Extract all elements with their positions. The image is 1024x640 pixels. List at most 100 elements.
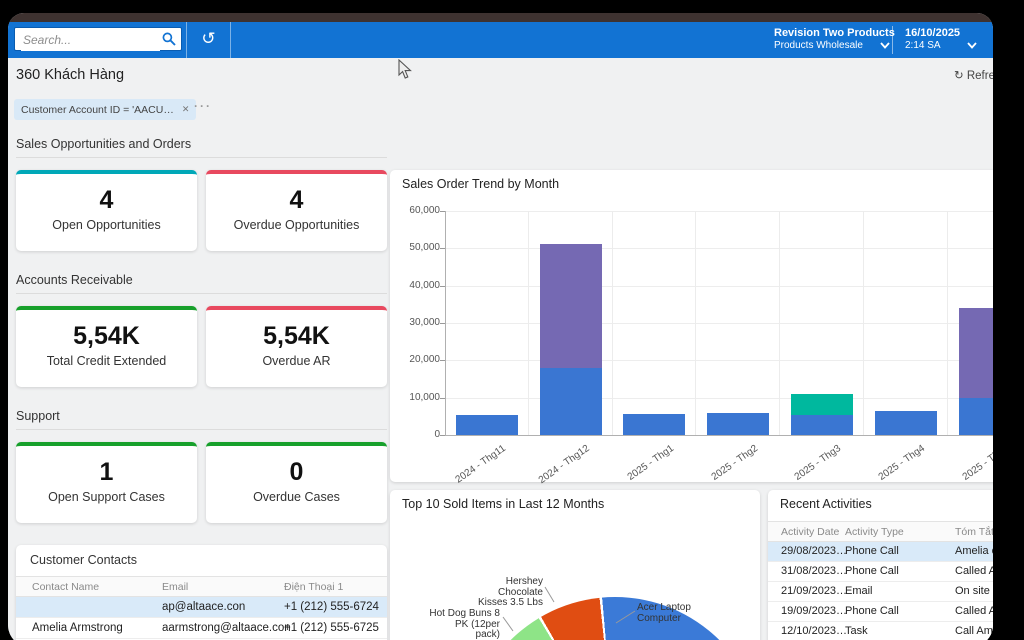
top-sold-items-card: Top 10 Sold Items in Last 12 Months Wise… (390, 490, 760, 640)
x-axis-tick-label: 2024 - Thg12 (537, 443, 592, 486)
kpi-value: 4 (16, 186, 197, 215)
top-toolbar: ↺ Revision Two Products Products Wholesa… (8, 22, 993, 58)
kpi-card[interactable]: 4Overdue Opportunities (206, 170, 387, 251)
bar-slot: 2025 - Thg3 (780, 211, 864, 435)
column-header: Điện Thoại 1 (284, 581, 343, 593)
activity-summary: Called Am (955, 605, 993, 617)
search-icon[interactable] (162, 32, 176, 51)
bar-segment-blue[interactable] (875, 411, 937, 435)
kpi-label: Total Credit Extended (16, 354, 197, 368)
close-icon[interactable]: ✕ (182, 104, 190, 115)
bar-slot: 2025 - Thg1 (613, 211, 697, 435)
activity-summary: Amelia ca (955, 545, 993, 557)
bar-segment-blue[interactable] (707, 413, 769, 435)
contact-email: aarmstrong@altaace.con (162, 622, 291, 634)
bar-segment-purple[interactable] (959, 308, 993, 398)
customer-contacts-card: Customer ContactsContact NameEmailĐiện T… (16, 545, 387, 640)
activity-date: 31/08/2023… (781, 565, 847, 577)
bar-segment-blue[interactable] (540, 368, 602, 435)
company-branch: Products Wholesale (774, 40, 863, 51)
mouse-cursor (398, 59, 414, 81)
chevron-down-icon (967, 36, 977, 54)
contact-email: ap@altaace.con (162, 601, 245, 613)
chevron-down-icon (880, 36, 890, 54)
section-title: Accounts Receivable (16, 273, 387, 289)
browser-chrome-strip (8, 13, 993, 22)
table-row[interactable]: 21/09/2023…EmailOn site me (768, 582, 993, 602)
y-axis-tick-label: 0 (392, 429, 440, 440)
y-axis-tick-label: 20,000 (392, 354, 440, 365)
company-name: Revision Two Products (774, 27, 895, 39)
refresh-icon: ↻ (954, 70, 964, 82)
kpi-label: Overdue AR (206, 354, 387, 368)
bar-segment-teal[interactable] (791, 394, 853, 415)
bar-segment-blue[interactable] (623, 414, 685, 435)
kpi-column: Sales Opportunities and Orders4Open Oppo… (16, 137, 387, 640)
recent-activities-card: Recent Activities Activity DateActivity … (768, 490, 993, 640)
sales-order-trend-card: Sales Order Trend by Month 60,00050,0004… (390, 170, 993, 482)
toolbar-refresh-icon[interactable]: ↺ (186, 22, 231, 58)
app-window: ↺ Revision Two Products Products Wholesa… (8, 13, 993, 640)
kpi-card[interactable]: 5,54K Overdue AR (206, 306, 387, 387)
datetime-selector[interactable]: 16/10/2025 2:14 SA (905, 22, 985, 58)
search-input[interactable] (21, 29, 160, 51)
bar-slot: 2025 - Thg5 (948, 211, 993, 435)
kpi-label: Overdue Cases (206, 490, 387, 504)
filter-chip-label: Customer Account ID = 'AACU… (21, 104, 174, 116)
search-box[interactable] (14, 27, 182, 51)
filter-chip[interactable]: Customer Account ID = 'AACU… ✕ (14, 99, 196, 120)
table-row[interactable]: 31/08/2023…Phone Call Called Am (768, 562, 993, 582)
bar-slot: 2024 - Thg12 (529, 211, 613, 435)
more-options-button[interactable]: ··· (194, 99, 212, 113)
bar-segment-blue[interactable] (456, 415, 518, 435)
bar-segment-blue[interactable] (791, 415, 853, 435)
table-row[interactable]: 19/09/2023…Phone CallCalled Am (768, 602, 993, 622)
table-row[interactable]: 29/08/2023…Phone Call Amelia ca (768, 542, 993, 562)
section-divider (16, 293, 387, 294)
bar-segment-purple[interactable] (540, 244, 602, 368)
y-axis-tick-label: 30,000 (392, 317, 440, 328)
table-row[interactable]: ap@altaace.con +1 (212) 555-6724 (16, 597, 387, 618)
kpi-label: Overdue Opportunities (206, 218, 387, 232)
contact-phone: +1 (212) 555-6724 (284, 601, 379, 613)
company-selector[interactable]: Revision Two Products Products Wholesale (774, 22, 892, 58)
screen: ↺ Revision Two Products Products Wholesa… (0, 0, 1024, 640)
kpi-card[interactable]: 4 Open Opportunities (16, 170, 197, 251)
current-date: 16/10/2025 (905, 27, 960, 39)
kpi-card[interactable]: 0Overdue Cases (206, 442, 387, 523)
pie-slice-label: Hot Dog Buns 8PK (12perpack) (408, 609, 500, 640)
activity-summary: On site me (955, 585, 993, 597)
kpi-label: Open Opportunities (16, 218, 197, 232)
table-row[interactable]: Amelia Armstrongaarmstrong@altaace.con+1… (16, 618, 387, 639)
current-time: 2:14 SA (905, 40, 941, 51)
kpi-card-row: 5,54KTotal Credit Extended 5,54K Overdue A… (16, 306, 387, 387)
x-axis-tick-label: 2024 - Thg11 (454, 443, 508, 486)
kpi-label: Open Support Cases (16, 490, 197, 504)
activity-summary: Called Am (955, 565, 993, 577)
refresh-button[interactable]: ↻ Refresh (954, 68, 993, 82)
kpi-card[interactable]: 1 Open Support Cases (16, 442, 197, 523)
bar-slot: 2025 - Thg4 (864, 211, 948, 435)
kpi-card[interactable]: 5,54KTotal Credit Extended (16, 306, 197, 387)
activity-type: Phone Call (845, 545, 899, 557)
kpi-card-row: 4 Open Opportunities 4Overdue Opportunitie… (16, 170, 387, 251)
bar-slot: 2025 - Thg2 (696, 211, 780, 435)
table-header-row: Activity DateActivity TypeTóm Tắt (768, 521, 993, 542)
column-header: Contact Name (32, 581, 99, 593)
x-axis-tick-label: 2025 - Thg2 (709, 443, 759, 483)
pie-slice-label: Acer LaptopComputer (637, 603, 727, 624)
activity-type: Phone Call (845, 565, 899, 577)
bar-segment-blue[interactable] (959, 398, 993, 435)
panel-title: Recent Activities (780, 497, 872, 511)
activity-type: Task (845, 625, 868, 637)
activity-summary: Call Ameli (955, 625, 993, 637)
column-header: Email (162, 581, 188, 593)
pie-slice-label: HersheyChocolateKisses 3.5 Lbs (448, 577, 543, 609)
contact-phone: +1 (212) 555-6725 (284, 622, 379, 634)
activity-date: 29/08/2023… (781, 545, 847, 557)
dashboard-content: 360 Khách Hàng ↻ Refresh Customer Accoun… (8, 58, 993, 640)
table-row[interactable]: 12/10/2023…TaskCall Ameli (768, 622, 993, 640)
page-title: 360 Khách Hàng (16, 67, 124, 83)
kpi-value: 1 (16, 458, 197, 487)
kpi-value: 5,54K (206, 322, 387, 351)
